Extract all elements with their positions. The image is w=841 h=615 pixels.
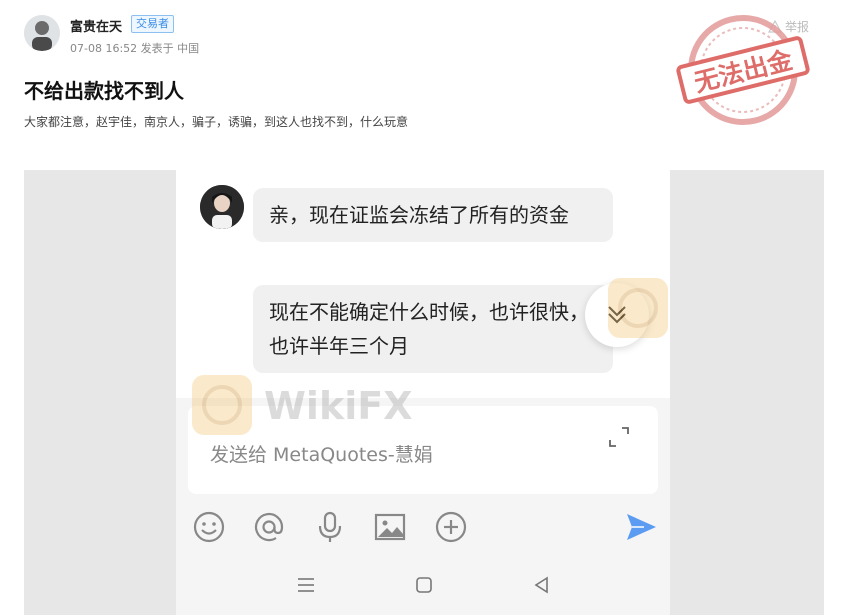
back-icon[interactable] (532, 575, 552, 595)
send-icon[interactable] (624, 510, 658, 544)
chat-history: 亲，现在证监会冻结了所有的资金 现在不能确定什么时候，也许很快，也许半年三个月 (176, 170, 670, 398)
home-icon[interactable] (414, 575, 434, 595)
android-nav-bar (176, 555, 670, 615)
contact-avatar (200, 185, 244, 229)
expand-icon[interactable] (606, 424, 632, 450)
microphone-icon[interactable] (313, 510, 347, 544)
add-icon[interactable] (434, 510, 468, 544)
message-bubble: 亲，现在证监会冻结了所有的资金 (253, 188, 613, 242)
mention-icon[interactable] (252, 510, 286, 544)
message-bubble: 现在不能确定什么时候，也许很快，也许半年三个月 (253, 285, 613, 373)
author-avatar[interactable] (24, 15, 60, 51)
post-title: 不给出款找不到人 (24, 79, 184, 103)
post-meta: 07-08 16:52 发表于 中国 (70, 42, 200, 55)
watermark-text: WikiFX (264, 384, 413, 428)
trader-badge: 交易者 (131, 15, 174, 33)
chat-screenshot: 亲，现在证监会冻结了所有的资金 现在不能确定什么时候，也许很快，也许半年三个月 … (176, 170, 670, 615)
emoji-icon[interactable] (192, 510, 226, 544)
no-withdrawal-stamp: 无法出金 (668, 10, 818, 130)
post-body: 大家都注意，赵宇佳，南京人，骗子，诱骗，到这人也找不到，什么玩意 (24, 115, 409, 129)
image-icon[interactable] (373, 510, 407, 544)
author-name[interactable]: 富贵在天 (70, 16, 122, 35)
wikifx-watermark: WikiFX (192, 375, 432, 439)
menu-icon[interactable] (296, 575, 316, 595)
message-input-placeholder: 发送给 MetaQuotes-慧娟 (210, 444, 433, 466)
wikifx-logo-watermark (608, 278, 668, 342)
